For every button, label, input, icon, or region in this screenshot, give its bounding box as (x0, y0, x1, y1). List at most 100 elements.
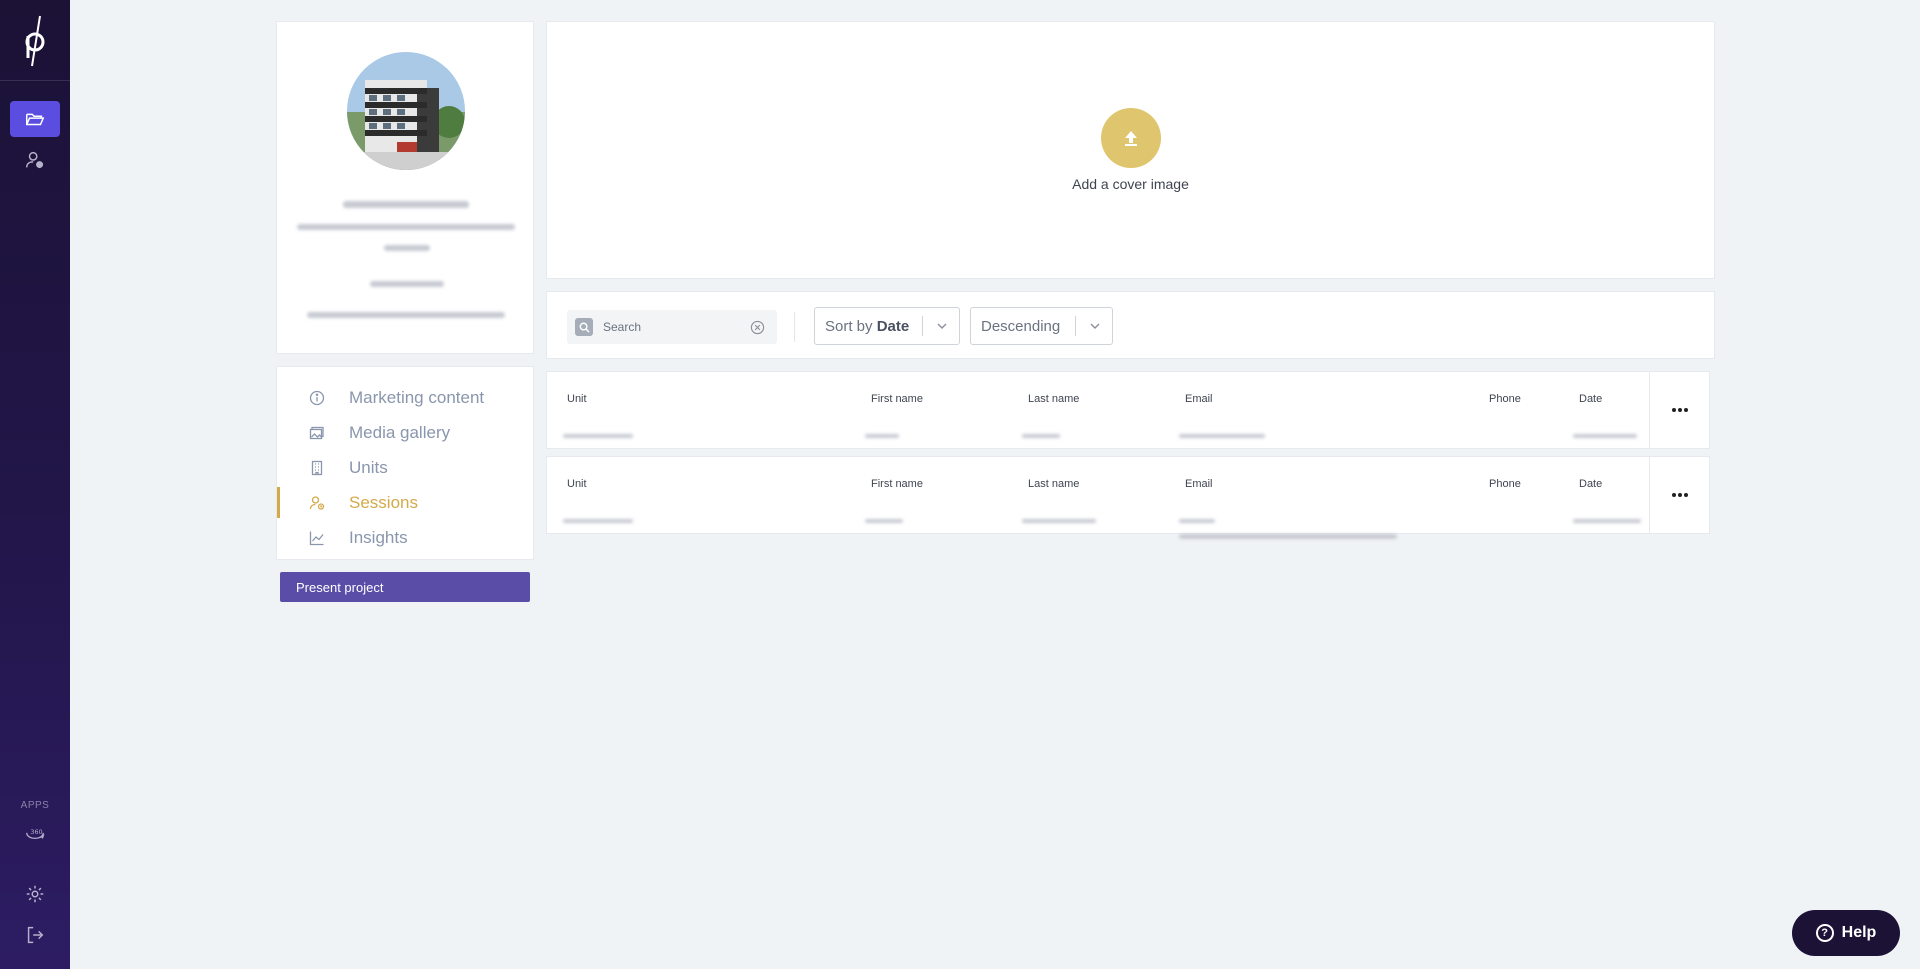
gear-icon (26, 885, 44, 903)
column-header-email: Email (1185, 478, 1213, 490)
chart-icon (309, 531, 324, 545)
360-view-icon: 360 (26, 828, 45, 840)
row-actions-button[interactable] (1649, 457, 1709, 533)
user-settings-icon (26, 151, 44, 169)
redacted-value (563, 519, 633, 523)
redacted-value (1179, 434, 1265, 438)
search-icon (575, 318, 593, 336)
redacted-value (1022, 519, 1096, 523)
search-box (567, 310, 777, 344)
sort-order-select[interactable]: Descending (970, 307, 1113, 345)
row-actions-button[interactable] (1649, 372, 1709, 448)
help-icon: ? (1815, 924, 1834, 942)
toolbar-divider (794, 312, 795, 342)
projects-nav-button[interactable] (10, 101, 60, 137)
building-icon (311, 460, 323, 475)
cell-phone: Phone (1489, 393, 1521, 405)
redacted-value (1573, 519, 1641, 523)
chevron-down-icon (937, 323, 947, 329)
cell-unit: Unit (563, 478, 633, 523)
select-divider (922, 316, 923, 336)
nav-item-sessions[interactable]: Sessions (277, 485, 533, 520)
column-header-first-name: First name (871, 478, 923, 490)
logout-icon (27, 926, 44, 944)
brand-logo (25, 15, 45, 67)
column-header-last-name: Last name (1028, 478, 1080, 490)
nav-item-marketing-content[interactable]: Marketing content (277, 380, 533, 415)
search-input[interactable] (603, 316, 743, 338)
upload-cover-button[interactable] (1101, 108, 1161, 168)
apps-label: APPS (20, 800, 50, 811)
nav-item-label: Sessions (349, 492, 418, 512)
rail-divider (0, 80, 70, 81)
cell-last-name: Last name (1022, 393, 1080, 438)
sort-order-value: Descending (981, 318, 1061, 335)
cell-unit: Unit (563, 393, 633, 438)
nav-item-label: Media gallery (349, 422, 451, 442)
nav-item-label: Insights (349, 527, 408, 547)
nav-item-insights[interactable]: Insights (277, 520, 533, 555)
column-header-unit: Unit (567, 478, 587, 490)
more-options-icon (1671, 493, 1689, 497)
360-view-button[interactable]: 360 (10, 814, 60, 850)
nav-item-label: Units (349, 457, 388, 477)
cell-first-name: First name (865, 393, 923, 438)
chevron-down-icon (1090, 323, 1100, 329)
gallery-icon (309, 426, 324, 439)
redacted-value (1179, 534, 1397, 539)
nav-item-units[interactable]: Units (277, 450, 533, 485)
redacted-project-name (343, 201, 469, 208)
select-divider (1075, 316, 1076, 336)
session-row[interactable]: Unit First name Last name Email Phone Da… (546, 456, 1710, 539)
column-header-date: Date (1579, 478, 1603, 490)
sort-value: Date (876, 318, 910, 335)
session-row[interactable]: Unit First name Last name Email Phone Da… (546, 371, 1710, 449)
cell-phone: Phone (1489, 478, 1521, 490)
user-session-icon (309, 495, 325, 510)
column-header-last-name: Last name (1028, 393, 1080, 405)
sessions-toolbar: Sort by Date Descending (546, 291, 1715, 359)
column-header-phone: Phone (1489, 478, 1521, 490)
column-header-phone: Phone (1489, 393, 1521, 405)
redacted-value (1573, 434, 1637, 438)
cell-last-name: Last name (1022, 478, 1096, 523)
cell-email: Email (1179, 478, 1397, 539)
logout-button[interactable] (10, 917, 60, 953)
redacted-address-line (384, 245, 430, 251)
redacted-value (1022, 434, 1060, 438)
column-header-date: Date (1579, 393, 1603, 405)
sort-by-label: Sort by Date (825, 318, 909, 335)
help-button[interactable]: ? Help (1792, 910, 1900, 956)
svg-text:360: 360 (30, 828, 42, 836)
redacted-value (865, 519, 903, 523)
nav-item-media-gallery[interactable]: Media gallery (277, 415, 533, 450)
present-project-button[interactable]: Present project (280, 572, 530, 602)
cell-date: Date (1573, 478, 1641, 523)
clear-search-icon[interactable] (750, 320, 765, 335)
cell-first-name: First name (865, 478, 923, 523)
app-sidebar: APPS 360 (0, 0, 70, 969)
cell-email: Email (1179, 393, 1265, 438)
column-header-first-name: First name (871, 393, 923, 405)
settings-button[interactable] (10, 876, 60, 912)
sort-prefix: Sort by (825, 318, 873, 335)
redacted-value (1179, 519, 1215, 523)
upload-arrow-icon (1125, 131, 1137, 146)
redacted-detail (370, 281, 444, 287)
folder-open-icon (26, 113, 45, 126)
project-section-nav: Marketing content Media gallery Units Se… (276, 366, 534, 560)
column-header-unit: Unit (567, 393, 587, 405)
column-header-email: Email (1185, 393, 1213, 405)
redacted-value (563, 434, 633, 438)
more-options-icon (1671, 408, 1689, 412)
project-profile-card (276, 21, 534, 354)
redacted-address (297, 224, 515, 230)
cover-image-label: Add a cover image (1072, 176, 1189, 192)
project-avatar (347, 52, 465, 170)
info-icon (309, 390, 325, 405)
sort-by-select[interactable]: Sort by Date (814, 307, 960, 345)
cover-image-panel: Add a cover image (546, 21, 1715, 279)
nav-item-label: Marketing content (349, 387, 485, 407)
users-nav-button[interactable] (10, 142, 60, 178)
help-label: Help (1841, 924, 1877, 941)
